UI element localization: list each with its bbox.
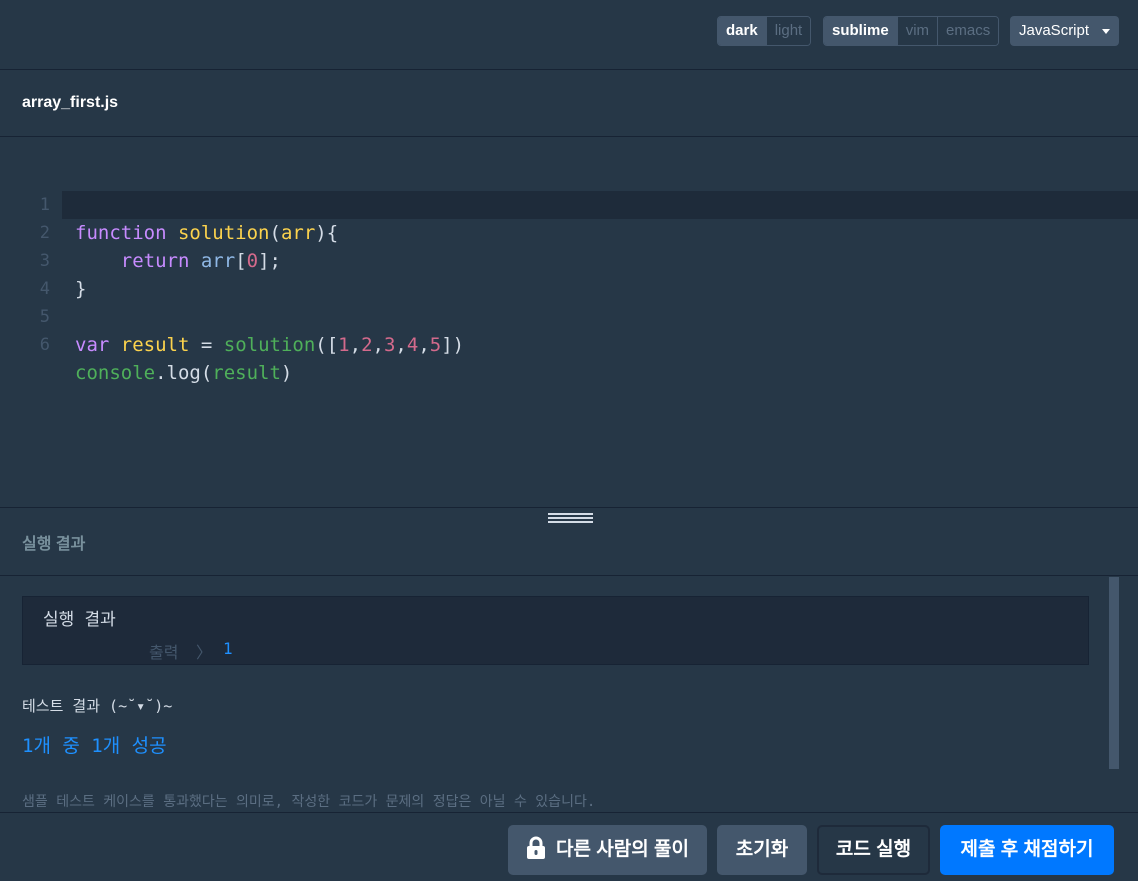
language-dropdown[interactable]: JavaScript	[1010, 16, 1119, 46]
caret-down-icon	[1102, 29, 1110, 34]
keymap-sublime-button[interactable]: sublime	[824, 17, 897, 45]
output-label: 출력	[149, 643, 179, 662]
code-line-active: 2 return arr[0];	[40, 191, 1138, 272]
other-solutions-label: 다른 사람의 풀이	[556, 839, 689, 860]
submit-button[interactable]: 제출 후 채점하기	[940, 825, 1114, 875]
code-line: 1 function solution(arr){	[0, 163, 1138, 244]
test-note: 샘플 테스트 케이스를 통과했다는 의미로, 작성한 코드가 문제의 정답은 아…	[22, 794, 596, 810]
lock-icon	[527, 836, 546, 859]
keymap-switch: sublime vim emacs	[823, 16, 1000, 46]
resize-handle-icon[interactable]	[548, 513, 593, 525]
result-title: 실행 결과	[22, 536, 86, 553]
test-result-title: 테스트 결과 (~˘▾˘)~	[22, 697, 173, 715]
keymap-vim-button[interactable]: vim	[896, 17, 938, 45]
code-line: 6 console.log(result)	[0, 303, 1138, 384]
file-name: array_first.js	[22, 94, 119, 111]
theme-switch: dark light	[717, 16, 812, 46]
code-text: console.log(result)	[75, 362, 293, 384]
code-line: 5 var result = solution([1,2,3,4,5])	[0, 275, 1138, 356]
other-solutions-button[interactable]: 다른 사람의 풀이	[508, 825, 707, 875]
output-box: 실행 결과 출력 〉 1	[22, 596, 1089, 665]
output-title: 실행 결과	[43, 610, 116, 630]
code-text: var result = solution([1,2,3,4,5])	[75, 334, 465, 356]
theme-dark-button[interactable]: dark	[718, 17, 766, 45]
reset-button[interactable]: 초기화	[717, 825, 807, 875]
result-scrollbar[interactable]	[1109, 577, 1119, 769]
test-summary: 1개 중 1개 성공	[22, 735, 167, 757]
output-value: 1	[223, 639, 233, 658]
run-code-button[interactable]: 코드 실행	[817, 825, 930, 875]
editor-toolbar: dark light sublime vim emacs JavaScript	[0, 0, 1138, 70]
keymap-emacs-button[interactable]: emacs	[937, 17, 999, 45]
line-number: 6	[39, 335, 50, 355]
result-panel: 실행 결과 출력 〉 1 테스트 결과 (~˘▾˘)~ 1개 중 1개 성공 샘…	[0, 577, 1138, 812]
code-line: 4	[0, 247, 1138, 299]
line-number: 1	[39, 195, 50, 215]
file-tab-bar: array_first.js	[0, 71, 1138, 137]
action-bar: 다른 사람의 풀이 초기화 코드 실행 제출 후 채점하기	[0, 812, 1138, 881]
chevron-right-icon: 〉	[196, 643, 213, 662]
code-editor[interactable]: 1 function solution(arr){ 2 return arr[0…	[0, 138, 1138, 507]
code-line: 3 }	[0, 219, 1138, 300]
language-label: JavaScript	[1019, 22, 1090, 39]
theme-light-button[interactable]: light	[765, 17, 811, 45]
